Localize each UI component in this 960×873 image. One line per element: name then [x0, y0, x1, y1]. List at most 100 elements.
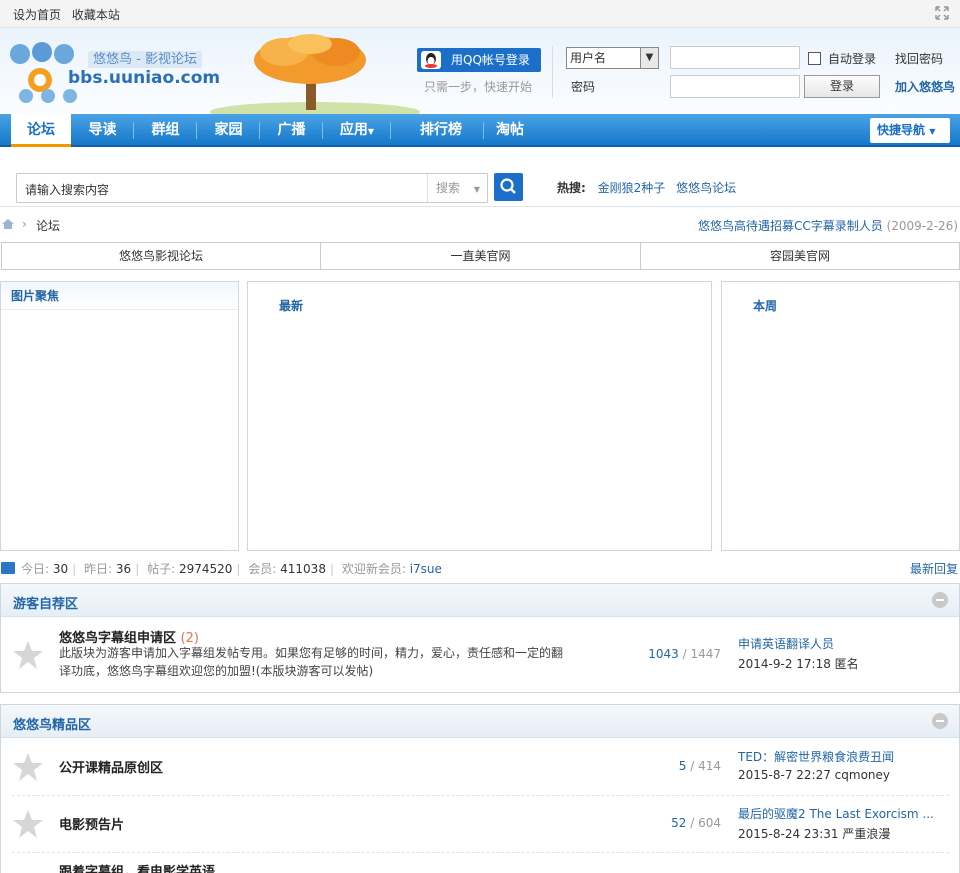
latest-title: 最新: [279, 299, 304, 313]
nav-item-guide[interactable]: 导读: [74, 114, 131, 147]
auto-login-checkbox[interactable]: [808, 52, 821, 65]
set-home-link[interactable]: 设为首页: [13, 8, 61, 22]
collapse-icon[interactable]: [932, 592, 948, 608]
top-bar: 设为首页 收藏本站: [0, 0, 960, 28]
last-post-title[interactable]: 申请英语翻译人员: [738, 635, 938, 652]
find-password-link[interactable]: 找回密码: [895, 50, 943, 67]
section-header: 悠悠鸟精品区: [1, 705, 959, 738]
nav-item-broadcast[interactable]: 广播: [263, 114, 320, 147]
qq-icon: [421, 51, 441, 69]
breadcrumb-separator: ›: [22, 217, 27, 231]
hot-search-item[interactable]: 悠悠鸟论坛: [676, 181, 736, 195]
week-title: 本周: [753, 299, 778, 313]
search-icon: [500, 178, 516, 194]
qq-login-label: 用QQ帐号登录: [451, 53, 530, 67]
password-input[interactable]: [670, 75, 800, 98]
register-link[interactable]: 加入悠悠鸟: [895, 78, 955, 95]
section-title[interactable]: 悠悠鸟精品区: [13, 714, 91, 733]
forum-last-post: 最后的驱魔2 The Last Exorcism ... 2015-8-24 2…: [738, 805, 938, 842]
search-button[interactable]: [494, 173, 523, 201]
nav-item-home[interactable]: 家园: [200, 114, 257, 147]
section-title[interactable]: 游客自荐区: [13, 593, 78, 612]
forum-counts: 1043 / 1447: [648, 647, 721, 661]
qq-login-hint: 只需一步，快速开始: [424, 80, 533, 94]
header-tree-illustration: [210, 30, 474, 122]
star-icon: [12, 808, 44, 840]
forum-stats: 今日: 30 | 昨日: 36 | 帖子: 2974520 | 会员: 411038 |…: [0, 560, 960, 576]
nav-separator: [196, 122, 197, 139]
nav-item-taotie[interactable]: 淘帖: [487, 114, 533, 147]
last-post-meta: 2015-8-7 22:27 cqmoney: [738, 768, 891, 782]
nav-separator: [483, 122, 484, 139]
search-type-select[interactable]: 搜索 ▼: [427, 174, 487, 202]
qq-login-button[interactable]: 用QQ帐号登录: [417, 48, 541, 72]
nav-separator: [390, 122, 391, 139]
stats-text: 今日: 30 | 昨日: 36 | 帖子: 2974520 | 会员: 411038 |…: [21, 562, 442, 576]
collapse-icon[interactable]: [932, 713, 948, 729]
forum-row: 电影预告片 52 / 604 最后的驱魔2 The Last Exorcism …: [1, 795, 959, 852]
site-tab[interactable]: 容园美官网: [640, 242, 960, 270]
new-member-link[interactable]: i7sue: [410, 562, 442, 576]
section-header: 游客自荐区: [1, 584, 959, 617]
quick-nav-button[interactable]: 快捷导航 ▼: [870, 118, 950, 143]
forum-section: 游客自荐区 悠悠鸟字幕组申请区 (2) 此版块为游客申请加入字幕组发帖专用。如果…: [0, 583, 960, 693]
latest-reply-link[interactable]: 最新回复: [910, 560, 958, 577]
last-post-meta: 2015-8-24 23:31 严重浪漫: [738, 827, 891, 841]
hot-search-label: 热搜:: [557, 181, 586, 195]
forum-name[interactable]: 公开课精品原创区: [59, 757, 163, 776]
username-input[interactable]: [670, 46, 800, 69]
nav-item-rankings[interactable]: 排行榜: [401, 114, 481, 147]
home-icon[interactable]: [1, 218, 15, 230]
auto-login-label: 自动登录: [828, 52, 877, 66]
site-tagline: 悠悠鸟 - 影视论坛: [88, 48, 202, 68]
breadcrumb: › 论坛 悠悠鸟高待遇招募CC字幕录制人员 (2009-2-26): [0, 216, 960, 234]
breadcrumb-current[interactable]: 论坛: [36, 217, 60, 234]
header-divider: [552, 46, 553, 98]
last-post-title[interactable]: TED：解密世界粮食浪费丑闻: [738, 748, 938, 765]
last-post-title[interactable]: 最后的驱魔2 The Last Exorcism ...: [738, 805, 938, 822]
login-button[interactable]: 登录: [804, 75, 880, 98]
chevron-down-icon: ▼: [929, 127, 936, 136]
search-input[interactable]: 请输入搜索内容 搜索 ▼: [16, 173, 488, 203]
forum-row: 悠悠鸟字幕组申请区 (2) 此版块为游客申请加入字幕组发帖专用。如果您有足够的时…: [1, 617, 959, 693]
announcement[interactable]: 悠悠鸟高待遇招募CC字幕录制人员 (2009-2-26): [698, 217, 958, 234]
forum-name[interactable]: 跟着字幕组，看电影学英语: [59, 861, 215, 873]
star-icon: [12, 751, 44, 783]
chevron-down-icon: ▼: [473, 185, 480, 194]
site-header: 悠悠鸟 - 影视论坛 bbs.uuniao.com 用QQ帐号登录 只需一步，快…: [0, 28, 960, 122]
nav-item-forum[interactable]: 论坛: [11, 114, 71, 147]
last-post-meta: 2014-9-2 17:18 匿名: [738, 657, 859, 671]
week-panel: 本周: [721, 281, 960, 551]
site-tab[interactable]: 悠悠鸟影视论坛: [1, 242, 321, 270]
fullscreen-icon[interactable]: [934, 6, 950, 22]
search-placeholder: 请输入搜索内容: [25, 183, 110, 197]
username-type-select[interactable]: 用户名 ▼: [566, 47, 659, 69]
stat-today: 30: [52, 562, 69, 576]
nav-item-apps[interactable]: 应用▼: [326, 114, 388, 147]
announcement-date: (2009-2-26): [886, 219, 958, 233]
nav-separator: [259, 122, 260, 139]
username-type-value: 用户名: [570, 51, 607, 65]
partner-site-tabs: 悠悠鸟影视论坛 一直美官网 容园美官网: [1, 242, 960, 270]
nav-item-groups[interactable]: 群组: [137, 114, 194, 147]
hot-search-item[interactable]: 金刚狼2种子: [598, 181, 666, 195]
forum-row: 公开课精品原创区 5 / 414 TED：解密世界粮食浪费丑闻 2015-8-7…: [1, 738, 959, 795]
password-label: 密码: [571, 80, 596, 94]
top-links: 设为首页 收藏本站: [13, 6, 127, 23]
hot-searches: 热搜: 金刚狼2种子 悠悠鸟论坛: [557, 179, 743, 196]
site-tab[interactable]: 一直美官网: [320, 242, 641, 270]
picture-focus-title: 图片聚焦: [1, 282, 238, 310]
site-domain: bbs.uuniao.com: [68, 68, 221, 88]
forum-last-post: TED：解密世界粮食浪费丑闻 2015-8-7 22:27 cqmoney: [738, 748, 938, 782]
forum-section: 悠悠鸟精品区 公开课精品原创区 5 / 414 TED：解密世界粮食浪费丑闻 2…: [0, 704, 960, 873]
forum-row: 跟着字幕组，看电影学英语: [1, 852, 959, 873]
forum-last-post: 申请英语翻译人员 2014-9-2 17:18 匿名: [738, 635, 938, 672]
forum-counts: 52 / 604: [671, 816, 721, 830]
search-area: 请输入搜索内容 搜索 ▼ 热搜: 金刚狼2种子 悠悠鸟论坛: [0, 149, 960, 207]
announcement-title: 悠悠鸟高待遇招募CC字幕录制人员: [697, 219, 883, 233]
stat-yesterday: 36: [115, 562, 132, 576]
forum-name[interactable]: 电影预告片: [59, 814, 124, 833]
bookmark-link[interactable]: 收藏本站: [72, 8, 120, 22]
picture-focus-panel: 图片聚焦: [0, 281, 239, 551]
nav-separator: [322, 122, 323, 139]
